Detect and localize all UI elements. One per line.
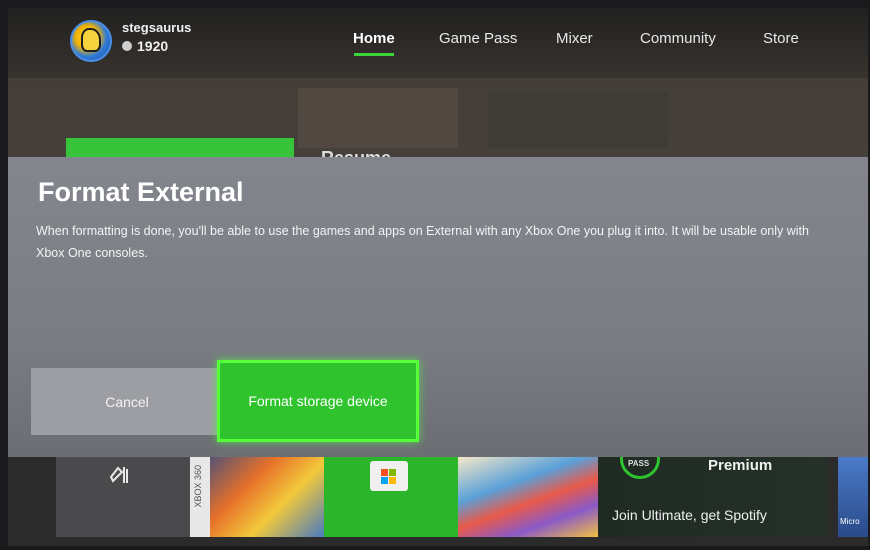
xbox360-strip: XBOX 360 [190,457,210,537]
ms-logo-green [389,469,396,476]
gamerscore-icon [122,41,132,52]
game-pass-caption: Join Ultimate, get Spotify [612,507,767,523]
store-bag-icon [370,461,408,491]
xbox360-game-tile[interactable]: XBOX 360 [190,457,324,537]
gamerscore-value: 1920 [137,38,169,54]
avatar[interactable] [70,20,112,62]
partial-tile-label: Micro [840,517,860,526]
pin-icon [109,466,128,483]
background-tile [298,88,458,148]
xbox360-label: XBOX 360 [193,465,203,508]
avatar-character-icon [81,28,101,52]
top-bar: stegsaurus 1920 Home Game Pass Mixer Com… [8,8,868,78]
tab-store[interactable]: Store [763,30,799,47]
game-pass-spotify-tile[interactable]: PASS Premium Join Ultimate, get Spotify [598,457,828,537]
background-green-tile [66,138,294,158]
spotify-premium-label: Premium [708,457,773,474]
active-tab-indicator [354,53,394,56]
store-tile[interactable] [324,457,458,537]
format-storage-device-button[interactable]: Format storage device [217,360,419,442]
gamerscore: 1920 [122,38,168,54]
pins-tile[interactable] [56,457,190,537]
tab-community[interactable]: Community [640,30,716,47]
tab-game-pass[interactable]: Game Pass [439,30,517,47]
tab-home[interactable]: Home [353,30,395,47]
background-tile [488,93,668,148]
gamertag: stegsaurus [122,20,192,35]
game-pass-badge: PASS [628,459,650,468]
ms-logo-red [381,469,388,476]
dialog-title: Format External [38,177,244,207]
tv-screen: Resume stegsaurus 1920 Home Game Pass Mi… [8,8,868,546]
dialog-message: When formatting is done, you'll be able … [36,224,809,260]
ms-logo-yellow [389,477,396,484]
tab-mixer[interactable]: Mixer [556,30,593,47]
cancel-button[interactable]: Cancel [31,368,223,435]
pins-row: XBOX 360 PASS Premium Join Ultimate, get… [8,457,868,546]
ms-logo-blue [381,477,388,484]
format-dialog: Format External When formatting is done,… [8,157,868,457]
partial-tile[interactable]: Micro [838,457,868,537]
game-art-tile[interactable] [458,457,598,537]
